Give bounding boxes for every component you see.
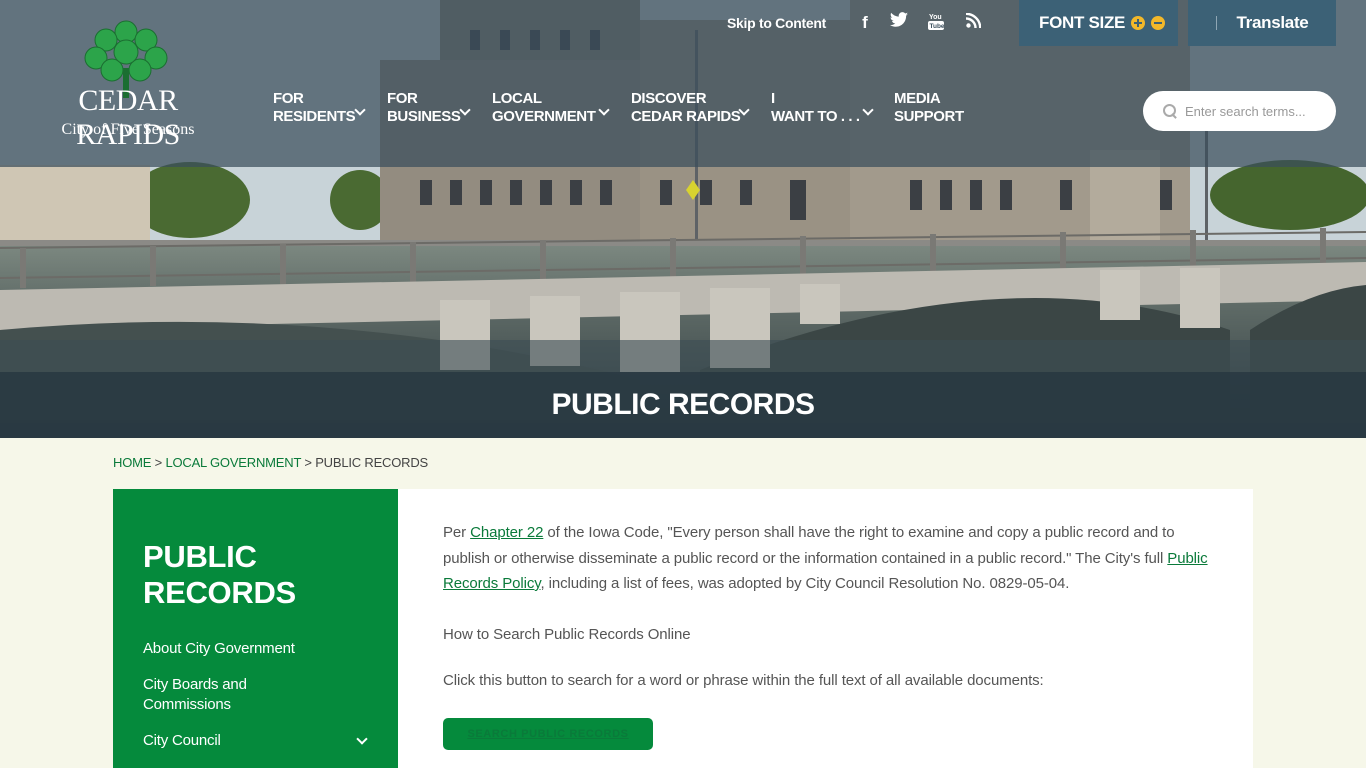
- breadcrumb-separator: >: [154, 455, 163, 470]
- rss-icon[interactable]: [963, 12, 983, 34]
- sidebar-item-about-city-government[interactable]: About City Government: [143, 639, 295, 659]
- nav-label-line1: I: [771, 90, 775, 107]
- search-heading-text: How to Search Public Records Online: [443, 626, 691, 643]
- svg-text:Tube: Tube: [930, 23, 945, 30]
- facebook-icon[interactable]: f: [855, 12, 875, 34]
- nav-label-line2: GOVERNMENT: [492, 108, 596, 125]
- breadcrumb-home[interactable]: HOME: [113, 455, 151, 470]
- sidebar-heading: PUBLIC RECORDS: [143, 539, 296, 611]
- site-search: [1143, 91, 1336, 131]
- breadcrumb-separator: >: [304, 455, 312, 470]
- twitter-icon[interactable]: [889, 12, 909, 34]
- translate-label: Translate: [1236, 13, 1309, 32]
- skip-to-content-link[interactable]: Skip to Content: [727, 15, 826, 31]
- translate-divider: [1215, 16, 1217, 30]
- font-increase-icon[interactable]: [1131, 16, 1146, 30]
- breadcrumb: HOME > LOCAL GOVERNMENT > PUBLIC RECORDS: [113, 455, 428, 470]
- nav-label-line1: LOCAL: [492, 90, 542, 107]
- nav-label-line2: BUSINESS: [387, 108, 461, 125]
- sidebar-heading-line1: PUBLIC: [143, 539, 257, 574]
- font-size-control: FONT SIZE: [1019, 0, 1178, 46]
- nav-label-line2: RESIDENTS: [273, 108, 356, 125]
- nav-label-line2: CEDAR RAPIDS: [631, 108, 741, 125]
- search-icon[interactable]: [1163, 104, 1177, 118]
- breadcrumb-local-government[interactable]: LOCAL GOVERNMENT: [165, 455, 301, 470]
- logo-tagline: City of Five Seasons: [61, 121, 195, 138]
- chapter-22-link[interactable]: Chapter 22: [470, 524, 543, 541]
- text-span: of the Iowa Code, "Every person shall ha…: [443, 524, 1175, 567]
- youtube-icon[interactable]: You Tube: [926, 12, 946, 34]
- nav-for-residents[interactable]: FOR RESIDENTS: [273, 90, 356, 126]
- nav-label-line1: MEDIA: [894, 90, 941, 107]
- font-decrease-icon[interactable]: [1151, 16, 1166, 30]
- nav-label-line1: FOR: [387, 90, 418, 107]
- nav-for-business[interactable]: FOR BUSINESS: [387, 90, 461, 126]
- nav-label-line1: DISCOVER: [631, 90, 707, 107]
- sidebar-item-label-line1: City Boards and: [143, 676, 247, 693]
- search-instructions: Click this button to search for a word o…: [443, 672, 1044, 689]
- text-span: , including a list of fees, was adopted …: [540, 575, 1070, 592]
- nav-discover-cedar-rapids[interactable]: DISCOVER CEDAR RAPIDS: [631, 90, 741, 126]
- section-sidebar: PUBLIC RECORDS About City Government Cit…: [113, 489, 398, 768]
- font-size-label: FONT SIZE: [1039, 13, 1126, 32]
- nav-local-government[interactable]: LOCAL GOVERNMENT: [492, 90, 596, 126]
- sidebar-heading-line2: RECORDS: [143, 575, 296, 610]
- nav-label-line2: WANT TO . . .: [771, 108, 860, 125]
- nav-label-line1: FOR: [273, 90, 304, 107]
- search-public-records-button[interactable]: SEARCH PUBLIC RECORDS: [443, 718, 653, 750]
- nav-i-want-to[interactable]: I WANT TO . . .: [771, 90, 860, 126]
- logo-wordmark: CEDAR RAPIDS: [76, 84, 180, 151]
- translate-button[interactable]: Translate: [1188, 0, 1336, 46]
- sidebar-item-label-line2: Commissions: [143, 696, 231, 713]
- nav-media-support[interactable]: MEDIA SUPPORT: [894, 90, 964, 126]
- sidebar-item-city-boards[interactable]: City Boards and Commissions: [143, 675, 247, 715]
- breadcrumb-current: PUBLIC RECORDS: [315, 455, 428, 470]
- main-content: Per Chapter 22 of the Iowa Code, "Every …: [398, 489, 1253, 768]
- svg-text:You: You: [929, 14, 942, 21]
- sidebar-item-city-council[interactable]: City Council: [143, 731, 221, 751]
- chevron-down-icon[interactable]: [356, 733, 368, 745]
- intro-paragraph: Per Chapter 22 of the Iowa Code, "Every …: [443, 520, 1213, 597]
- nav-label-line2: SUPPORT: [894, 108, 964, 125]
- text-span: Per: [443, 524, 471, 541]
- site-logo[interactable]: CEDAR RAPIDS City of Five Seasons: [28, 18, 228, 151]
- page-title-bar: PUBLIC RECORDS: [0, 372, 1366, 438]
- search-input[interactable]: [1185, 103, 1325, 119]
- page-title: PUBLIC RECORDS: [551, 388, 815, 421]
